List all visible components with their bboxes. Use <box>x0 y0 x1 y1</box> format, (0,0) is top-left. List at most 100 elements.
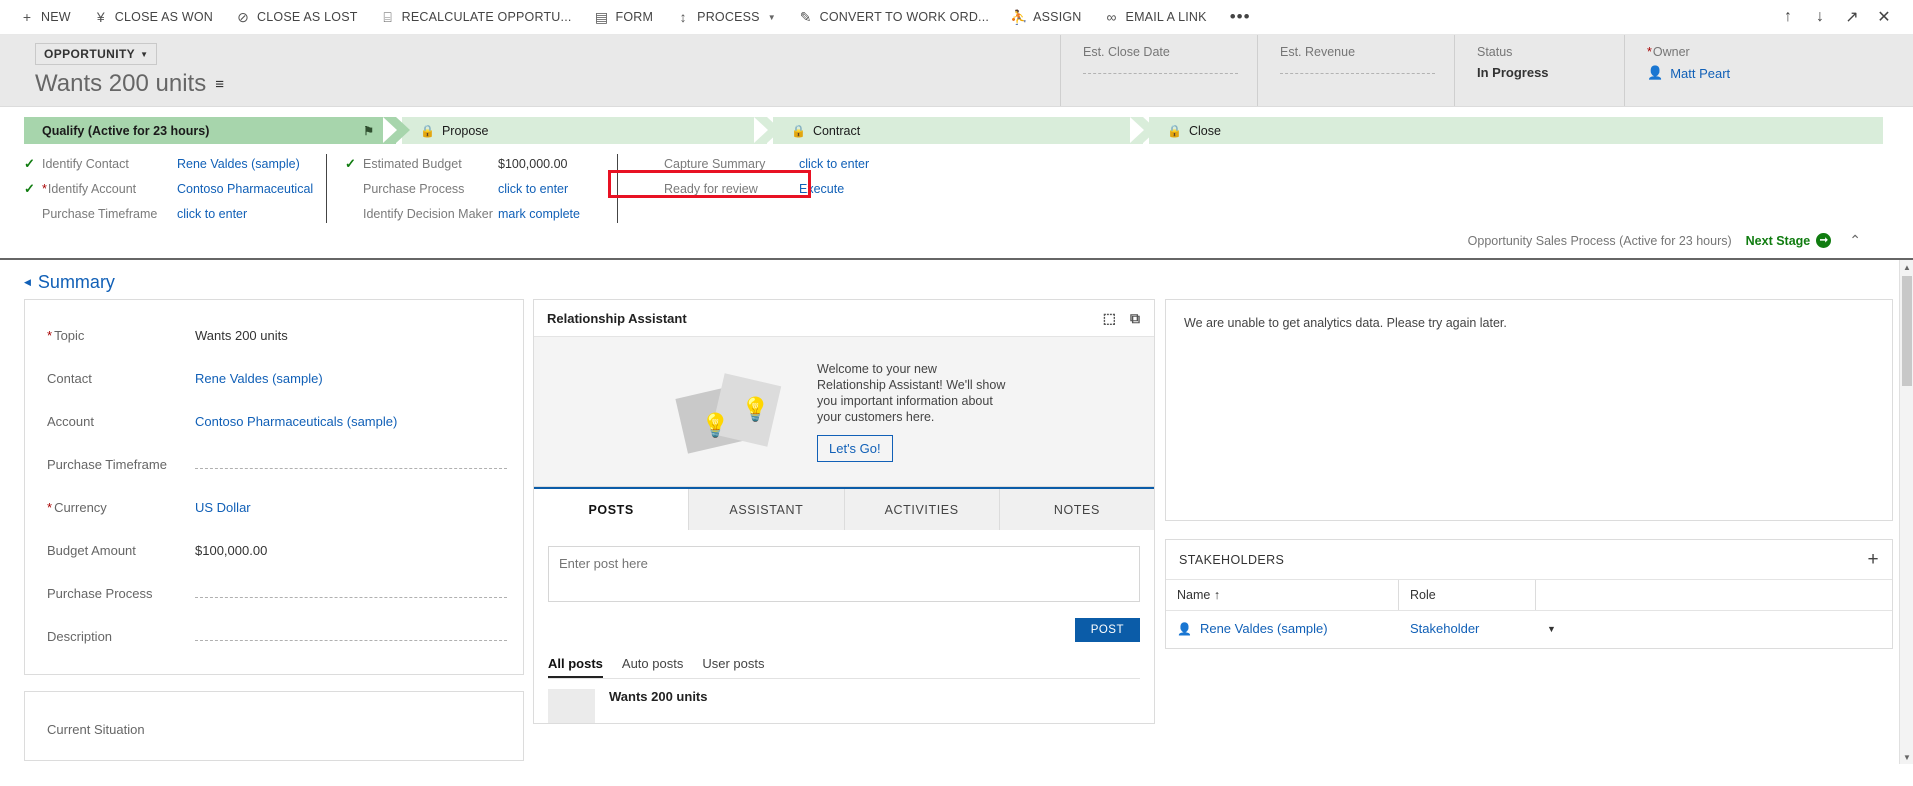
summary-field-label: Description <box>47 629 113 644</box>
stage-field-label: Ready for review <box>664 181 758 196</box>
stage-field-column-2: ✓ Estimated Budget $100,000.00 Purchase Pro… <box>326 154 617 223</box>
lets-go-button[interactable]: Let's Go! <box>817 435 893 462</box>
overflow-menu-button[interactable]: ••• <box>1218 0 1263 34</box>
vertical-scrollbar[interactable]: ▲ ▼ <box>1899 260 1913 764</box>
command-button-email-a-link[interactable]: ∞ EMAIL A LINK <box>1093 0 1218 34</box>
stage-field-row: ✓ Identify Contact Rene Valdes (sample) <box>24 154 326 173</box>
stakeholder-name-link[interactable]: Rene Valdes (sample) <box>1200 621 1328 636</box>
command-button-label: CLOSE AS WON <box>114 10 214 24</box>
record-header-left: OPPORTUNITY ▼ Wants 200 units ≡ <box>0 35 1060 106</box>
command-button-form[interactable]: ▤ FORM <box>583 0 665 34</box>
post-filter-auto-posts[interactable]: Auto posts <box>622 656 683 678</box>
stage-field-value[interactable]: click to enter <box>799 157 869 171</box>
command-button-process[interactable]: ↕ PROCESS ▼ <box>664 0 786 34</box>
post-button[interactable]: POST <box>1074 618 1140 642</box>
convert-icon: ✎ <box>799 8 812 25</box>
form-columns: TopicWants 200 unitsContactRene Valdes (… <box>0 299 1899 761</box>
command-button-close-as-won[interactable]: ¥ CLOSE AS WON <box>82 0 224 34</box>
summary-field-link[interactable]: Rene Valdes (sample) <box>195 371 323 386</box>
post-input[interactable] <box>548 546 1140 602</box>
arrow-right-icon: ➞ <box>1816 233 1832 248</box>
command-button-label: CONVERT TO WORK ORD... <box>819 10 990 24</box>
empty-field-input[interactable] <box>195 632 507 641</box>
previous-record-icon[interactable]: ↑ <box>1773 2 1803 32</box>
stage-field-value: $100,000.00 <box>498 156 568 171</box>
refresh-card-icon[interactable]: ⧉ <box>1130 310 1140 327</box>
summary-section-header[interactable]: ◀ Summary <box>0 260 1899 299</box>
tab-activities[interactable]: ACTIVITIES <box>844 489 1000 530</box>
command-button-close-as-lost[interactable]: ⊘ CLOSE AS LOST <box>224 0 369 34</box>
tab-posts[interactable]: POSTS <box>534 489 690 530</box>
business-process-flow: Qualify (Active for 23 hours) ⚑ 🔒 Propose 🔒 C… <box>0 107 1913 258</box>
process-name-label: Opportunity Sales Process (Active for 23… <box>1467 233 1732 248</box>
summary-field-card: TopicWants 200 units Contact Rene Valdes (… <box>24 299 524 675</box>
collapse-process-icon[interactable]: ⌃ <box>1845 232 1865 249</box>
summary-field-link[interactable]: Contoso Pharmaceuticals (sample) <box>195 414 397 429</box>
stage-field-value[interactable]: click to enter <box>177 207 247 221</box>
summary-field-text[interactable]: $100,000.00 <box>195 543 267 558</box>
command-button-assign[interactable]: ⛹ ASSIGN <box>1000 0 1092 34</box>
command-button-new[interactable]: + NEW <box>8 0 82 34</box>
stage-field-value[interactable]: Rene Valdes (sample) <box>177 157 300 171</box>
list-item[interactable]: Wants 200 units <box>548 679 1140 723</box>
comment-icon[interactable]: ⬚ <box>1103 310 1116 327</box>
close-icon[interactable]: ✕ <box>1869 2 1899 32</box>
column-header-name[interactable]: Name ↑ <box>1166 580 1399 610</box>
command-button-recalculate-opportu[interactable]: ⌸ RECALCULATE OPPORTU... <box>369 0 583 34</box>
summary-title: Summary <box>37 272 115 292</box>
relationship-assistant-panel: Relationship Assistant ⬚ ⧉ 💡 💡 Welcome to… <box>533 299 1155 487</box>
post-area: POST All posts Auto posts User posts Wants… <box>534 530 1154 723</box>
header-field-status: Status In Progress <box>1454 35 1624 106</box>
next-stage-button[interactable]: Next Stage ➞ <box>1746 233 1832 248</box>
empty-field-input[interactable] <box>195 460 507 469</box>
column-header-role[interactable]: Role <box>1399 580 1536 610</box>
record-set-menu-icon[interactable]: ≡ <box>215 77 224 92</box>
stage-field-value[interactable]: mark complete <box>498 207 580 221</box>
process-stage-qualify[interactable]: Qualify (Active for 23 hours) ⚑ <box>24 117 410 144</box>
summary-field-purchase-timeframe: Purchase Timeframe <box>25 443 523 486</box>
summary-field-text[interactable]: Wants 200 units <box>195 328 288 343</box>
process-stage-label: Propose <box>441 123 489 138</box>
process-stage-propose[interactable]: 🔒 Propose <box>402 117 781 144</box>
summary-field-label: Contact <box>47 371 92 386</box>
tab-assistant[interactable]: ASSISTANT <box>689 489 845 530</box>
plus-icon: + <box>22 9 32 25</box>
owner-link[interactable]: Matt Peart <box>1670 66 1730 81</box>
process-stage-contract[interactable]: 🔒 Contract <box>773 117 1157 144</box>
empty-field-input[interactable] <box>195 589 507 598</box>
chevron-down-icon[interactable]: ▼ <box>1547 624 1556 634</box>
checkmark-icon: ✓ <box>345 155 356 171</box>
next-record-icon[interactable]: ↓ <box>1805 2 1835 32</box>
table-row[interactable]: 👤 Rene Valdes (sample) Stakeholder ▼ <box>1166 611 1892 648</box>
add-stakeholder-icon[interactable]: + <box>1868 550 1880 569</box>
checkmark-icon: ✓ <box>24 155 35 171</box>
summary-field-link[interactable]: US Dollar <box>195 500 251 515</box>
stakeholder-role-link[interactable]: Stakeholder <box>1410 621 1479 636</box>
stage-field-value[interactable]: Contoso Pharmaceutical <box>177 182 313 196</box>
scroll-up-arrow-icon[interactable]: ▲ <box>1900 260 1913 274</box>
header-field-label: Owner <box>1647 45 1913 59</box>
form-column-left: TopicWants 200 units Contact Rene Valdes (… <box>24 299 524 761</box>
scrollbar-thumb[interactable] <box>1902 276 1912 386</box>
post-filter-all-posts[interactable]: All posts <box>548 656 603 678</box>
stage-field-row: ✓ Identify AccountContoso Pharmaceutical <box>24 179 326 198</box>
tab-notes[interactable]: NOTES <box>999 489 1154 530</box>
entity-type-selector[interactable]: OPPORTUNITY ▼ <box>35 43 158 65</box>
summary-field-label: Purchase Timeframe <box>47 457 167 472</box>
summary-field-value <box>195 632 507 641</box>
command-button-convert-to-work-ord[interactable]: ✎ CONVERT TO WORK ORD... <box>787 0 1000 34</box>
stage-field-value[interactable]: Execute <box>799 182 844 196</box>
header-field-empty-value[interactable] <box>1280 65 1435 74</box>
form-column-middle: Relationship Assistant ⬚ ⧉ 💡 💡 Welcome to… <box>533 299 1155 761</box>
social-tabs: POSTS ASSISTANT ACTIVITIES NOTES <box>534 487 1154 530</box>
post-filter-user-posts[interactable]: User posts <box>702 656 764 678</box>
process-stage-close[interactable]: 🔒 Close <box>1149 117 1883 144</box>
summary-field-label: Purchase Process <box>47 586 153 601</box>
relationship-assistant-body: 💡 💡 Welcome to your new Relationship Ass… <box>534 337 1154 486</box>
scroll-down-arrow-icon[interactable]: ▼ <box>1900 750 1913 764</box>
header-field-empty-value[interactable] <box>1083 65 1238 74</box>
post-button-row: POST <box>548 607 1140 642</box>
stage-field-value[interactable]: click to enter <box>498 182 568 196</box>
stage-chevron-tail <box>1143 117 1157 143</box>
popout-icon[interactable]: ↗ <box>1837 2 1867 32</box>
